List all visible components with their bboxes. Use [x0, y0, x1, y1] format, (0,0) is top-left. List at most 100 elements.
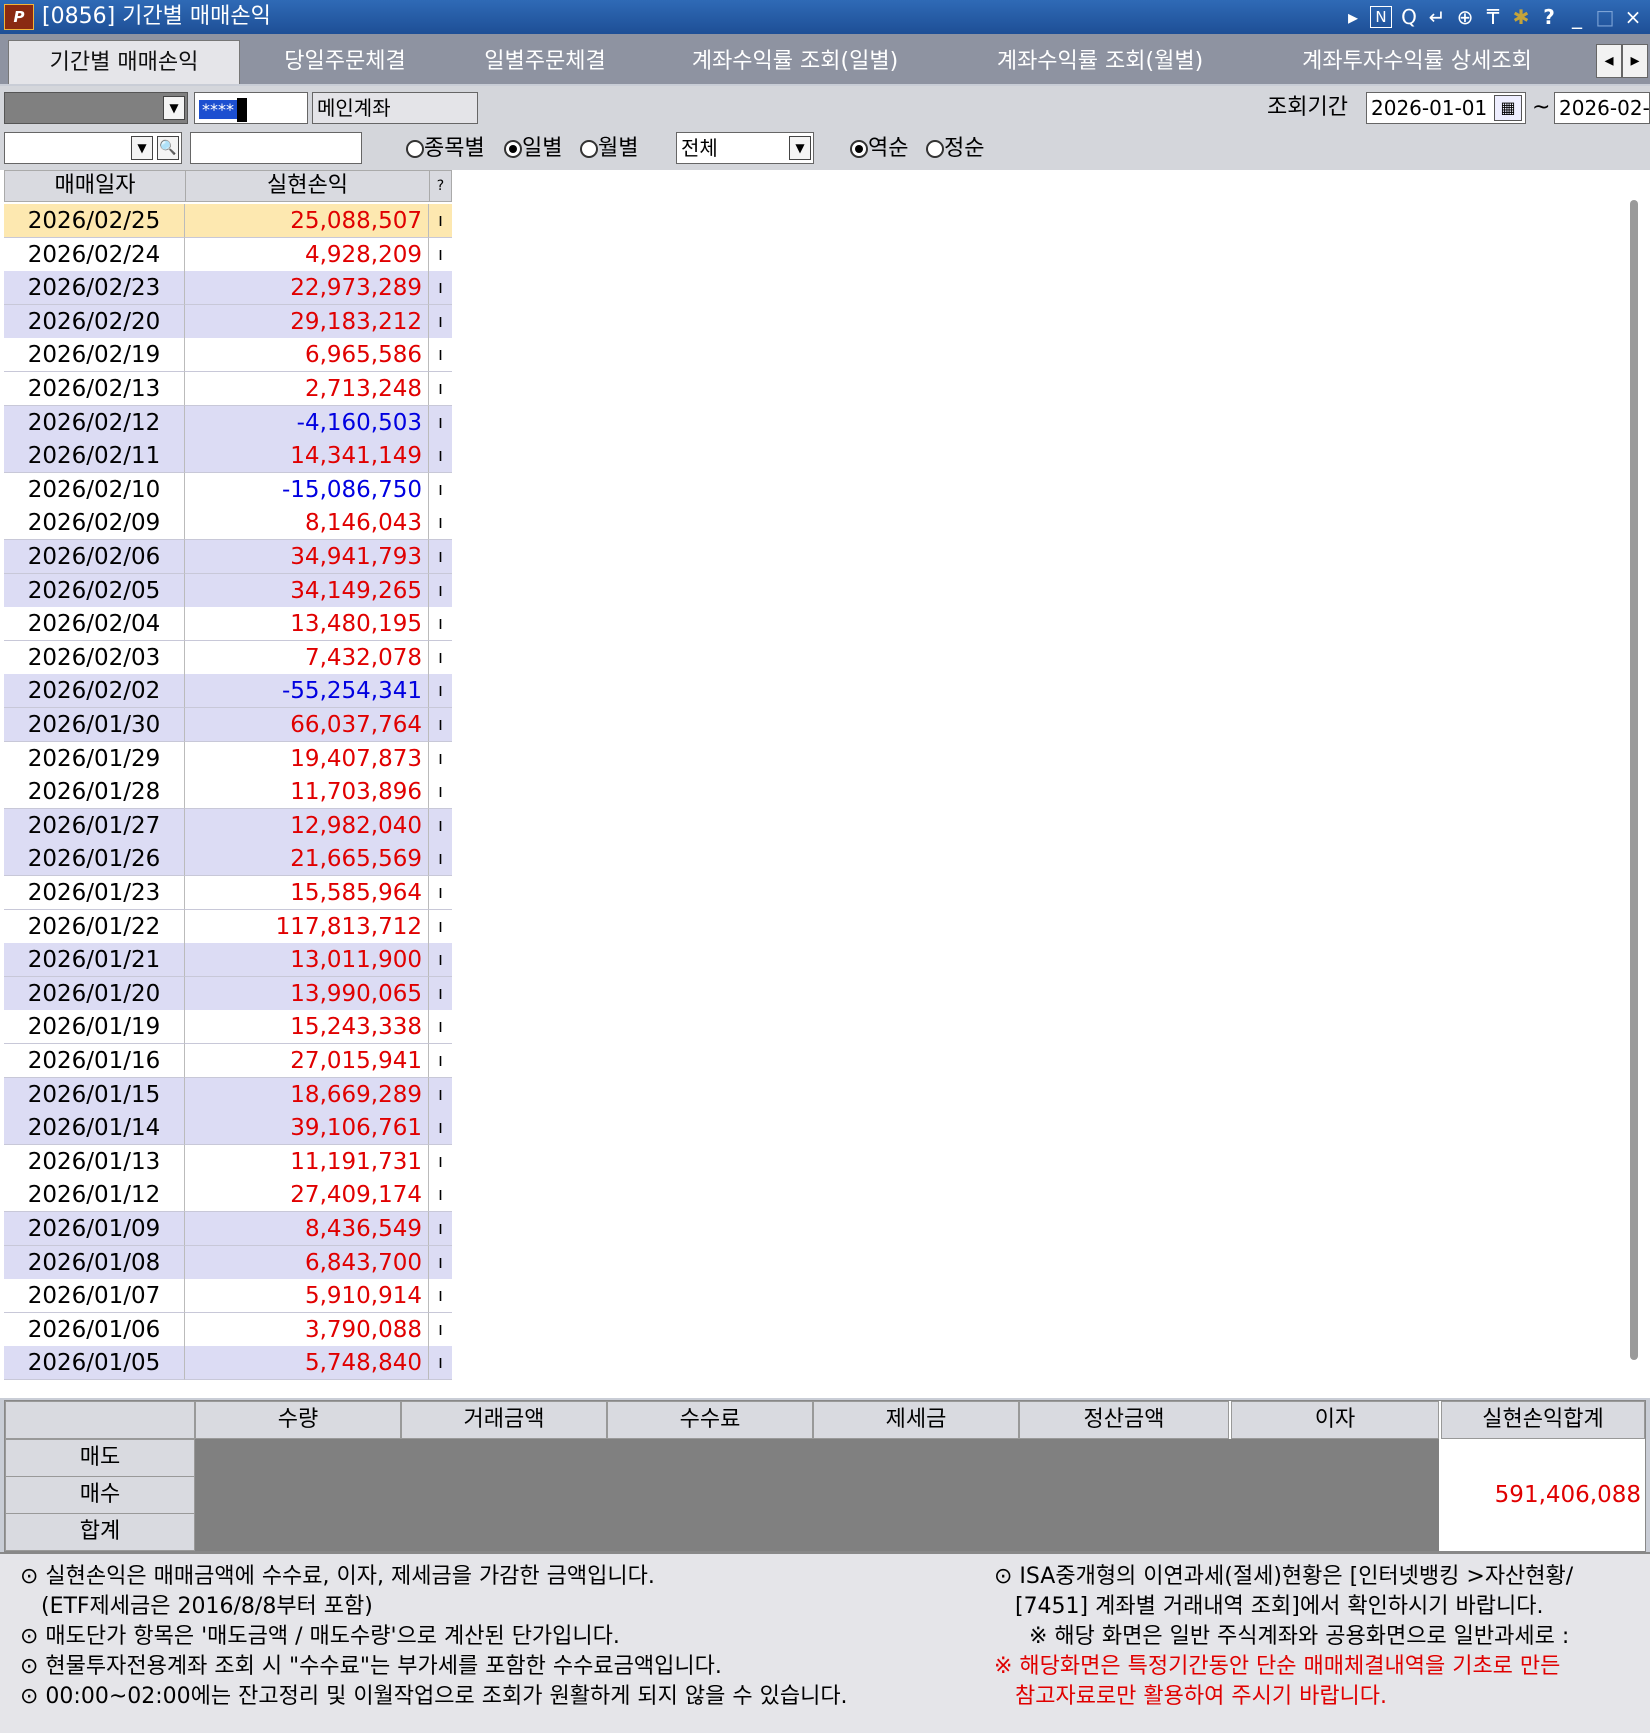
table-row[interactable]: 2026/01/14 39,106,761 ı [4, 1111, 452, 1146]
summary-header-trade-amount: 거래금액 [401, 1401, 607, 1439]
realized-pnl-cell: 5,748,840 [185, 1346, 429, 1381]
trade-date-cell: 2026/01/22 [4, 909, 185, 944]
table-row[interactable]: 2026/02/12 -4,160,503 ı [4, 405, 452, 440]
trade-date-cell: 2026/02/23 [4, 271, 185, 306]
table-row[interactable]: 2026/01/23 15,585,964 ı [4, 876, 452, 910]
row-marker-icon: ı [429, 1145, 452, 1179]
notes-left: ⊙ 실현손익은 매매금액에 수수료, 이자, 제세금을 가감한 금액입니다. (… [20, 1562, 848, 1712]
item-code-field[interactable]: ▼ 🔍 [4, 132, 182, 164]
calendar-icon[interactable]: ▦ [1494, 95, 1522, 121]
pin-icon[interactable]: ₸ [1482, 5, 1504, 29]
table-row[interactable]: 2026/02/05 34,149,265 ı [4, 573, 452, 608]
table-row[interactable]: 2026/01/05 5,748,840 ı [4, 1346, 452, 1381]
realized-pnl-cell: -15,086,750 [185, 472, 429, 507]
grid-body: 2026/02/25 25,088,507 ı 2026/02/24 4,928,209… [0, 204, 460, 1394]
table-row[interactable]: 2026/02/03 7,432,078 ı [4, 640, 452, 675]
table-row[interactable]: 2026/01/07 5,910,914 ı [4, 1279, 452, 1314]
tab-scroll-right-icon[interactable]: ▸ [1622, 44, 1648, 78]
maximize-icon[interactable]: □ [1594, 5, 1616, 29]
tab-today-orders[interactable]: 당일주문체결 [250, 40, 440, 84]
table-row[interactable]: 2026/01/09 8,436,549 ı [4, 1212, 452, 1246]
tab-return-monthly[interactable]: 계좌수익률 조회(월별) [965, 40, 1235, 84]
realized-pnl-cell: 15,585,964 [185, 876, 429, 910]
account-row: ▼ **** 메인계좌 조회기간 2026-01-01 ▦ ~ 2026-02- [0, 86, 1650, 128]
realized-pnl-cell: 7,432,078 [185, 640, 429, 675]
row-marker-icon: ı [429, 439, 452, 474]
column-header-extra[interactable]: ? [429, 170, 452, 202]
table-row[interactable]: 2026/01/26 21,665,569 ı [4, 842, 452, 877]
arrow-right-icon[interactable]: ▸ [1342, 5, 1364, 29]
row-marker-icon: ı [429, 1010, 452, 1045]
account-select[interactable]: ▼ [4, 92, 188, 124]
radio-daily[interactable]: 일별 [504, 133, 562, 165]
column-header-trade-date[interactable]: 매매일자 [4, 170, 186, 202]
table-row[interactable]: 2026/02/24 4,928,209 ı [4, 237, 452, 272]
back-icon[interactable]: ↵ [1426, 5, 1448, 29]
trade-date-cell: 2026/01/26 [4, 842, 185, 877]
type-select[interactable]: 전체 ▼ [676, 132, 814, 164]
trade-date-cell: 2026/01/19 [4, 1010, 185, 1045]
row-marker-icon: ı [429, 238, 452, 272]
trade-date-cell: 2026/01/21 [4, 943, 185, 978]
tab-scroll-left-icon[interactable]: ◂ [1596, 44, 1622, 78]
radio-desc[interactable]: 역순 [850, 133, 908, 165]
password-field[interactable]: **** [194, 92, 308, 124]
zoom-icon[interactable]: ⊕ [1454, 5, 1476, 29]
item-name-field[interactable] [190, 132, 362, 164]
radio-asc[interactable]: 정순 [926, 133, 984, 165]
star-icon[interactable]: ✱ [1510, 5, 1532, 29]
chevron-down-icon[interactable]: ▼ [163, 96, 185, 120]
table-row[interactable]: 2026/02/19 6,965,586 ı [4, 338, 452, 373]
n-icon[interactable]: N [1370, 6, 1392, 28]
vertical-scrollbar[interactable] [1630, 200, 1638, 1360]
table-row[interactable]: 2026/02/20 29,183,212 ı [4, 304, 452, 339]
table-row[interactable]: 2026/01/27 12,982,040 ı [4, 808, 452, 843]
tab-period-pnl[interactable]: 기간별 매매손익 [8, 40, 240, 84]
table-row[interactable]: 2026/01/20 13,990,065 ı [4, 976, 452, 1011]
row-marker-icon: ı [429, 742, 452, 776]
table-row[interactable]: 2026/02/13 2,713,248 ı [4, 372, 452, 406]
realized-pnl-cell: 6,843,700 [185, 1245, 429, 1280]
help-icon[interactable]: ? [1538, 5, 1560, 29]
chevron-down-icon[interactable]: ▼ [131, 136, 153, 160]
table-row[interactable]: 2026/02/25 25,088,507 ı [4, 204, 452, 238]
end-date-field[interactable]: 2026-02- [1554, 92, 1650, 124]
table-row[interactable]: 2026/01/06 3,790,088 ı [4, 1312, 452, 1347]
table-row[interactable]: 2026/01/21 13,011,900 ı [4, 943, 452, 978]
trade-date-cell: 2026/01/23 [4, 876, 185, 910]
table-row[interactable]: 2026/01/19 15,243,338 ı [4, 1010, 452, 1045]
chevron-down-icon[interactable]: ▼ [789, 136, 811, 160]
table-row[interactable]: 2026/02/09 8,146,043 ı [4, 506, 452, 541]
table-row[interactable]: 2026/02/11 14,341,149 ı [4, 439, 452, 474]
column-header-realized-pnl[interactable]: 실현손익 [185, 170, 430, 202]
table-row[interactable]: 2026/01/22 117,813,712 ı [4, 909, 452, 944]
close-icon[interactable]: × [1622, 5, 1644, 29]
table-row[interactable]: 2026/02/04 13,480,195 ı [4, 607, 452, 642]
table-row[interactable]: 2026/01/16 27,015,941 ı [4, 1044, 452, 1078]
table-row[interactable]: 2026/01/13 11,191,731 ı [4, 1144, 452, 1179]
radio-monthly[interactable]: 월별 [580, 133, 638, 165]
table-row[interactable]: 2026/02/02 -55,254,341 ı [4, 674, 452, 709]
table-row[interactable]: 2026/01/08 6,843,700 ı [4, 1245, 452, 1280]
tab-investment-return-detail[interactable]: 계좌투자수익률 상세조회 [1272, 40, 1562, 84]
trade-date-cell: 2026/01/05 [4, 1346, 185, 1381]
table-row[interactable]: 2026/01/30 66,037,764 ı [4, 708, 452, 742]
table-row[interactable]: 2026/02/10 -15,086,750 ı [4, 472, 452, 507]
note-line: [7451] 계좌별 거래내역 조회]에서 확인하시기 바랍니다. [994, 1594, 1544, 1619]
search-icon[interactable]: 🔍 [157, 136, 179, 160]
radio-by-item[interactable]: 종목별 [406, 133, 485, 165]
table-row[interactable]: 2026/02/23 22,973,289 ı [4, 271, 452, 306]
tab-return-daily[interactable]: 계좌수익률 조회(일별) [660, 40, 930, 84]
table-row[interactable]: 2026/01/12 27,409,174 ı [4, 1178, 452, 1213]
radio-icon [580, 140, 598, 158]
minimize-icon[interactable]: _ [1566, 5, 1588, 29]
table-row[interactable]: 2026/01/28 11,703,896 ı [4, 775, 452, 810]
trade-date-cell: 2026/02/20 [4, 304, 185, 339]
table-row[interactable]: 2026/01/29 19,407,873 ı [4, 741, 452, 776]
table-row[interactable]: 2026/02/06 34,941,793 ı [4, 540, 452, 574]
title-bar-icons: ▸ N Q ↵ ⊕ ₸ ✱ ? _ □ × [1342, 3, 1644, 31]
realized-pnl-cell: 39,106,761 [185, 1111, 429, 1146]
tab-daily-orders[interactable]: 일별주문체결 [450, 40, 640, 84]
search-icon[interactable]: Q [1398, 5, 1420, 29]
table-row[interactable]: 2026/01/15 18,669,289 ı [4, 1077, 452, 1112]
